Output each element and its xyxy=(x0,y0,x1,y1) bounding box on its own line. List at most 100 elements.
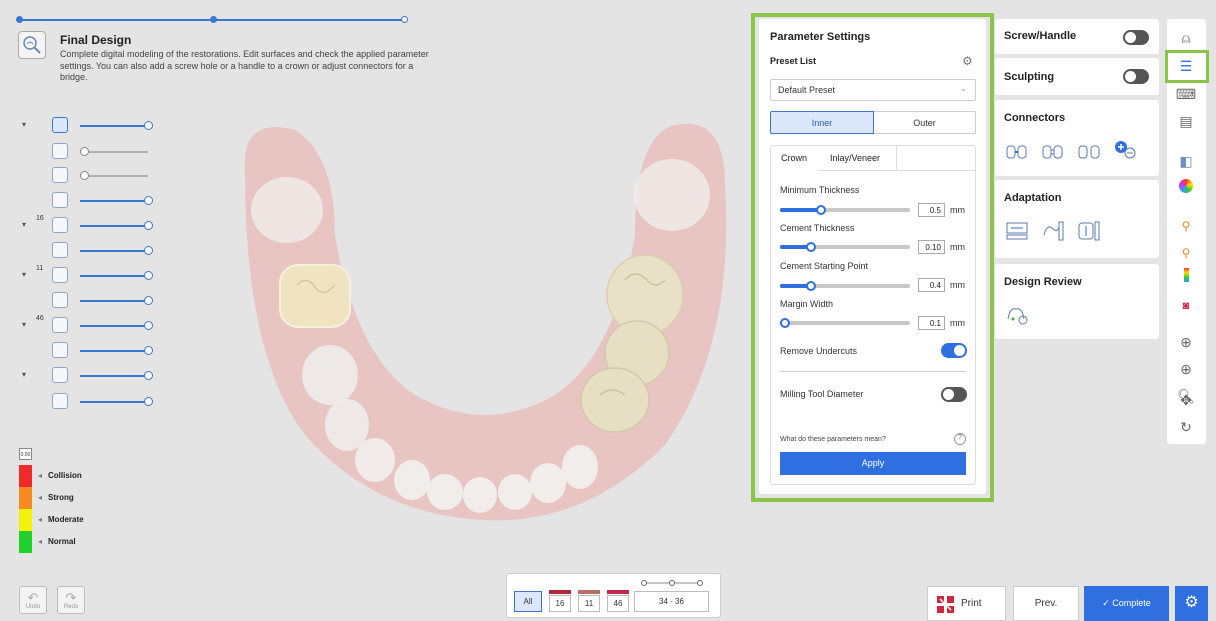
opacity-knob[interactable] xyxy=(144,371,153,380)
opacity-knob[interactable] xyxy=(144,321,153,330)
margin-width-track[interactable] xyxy=(780,321,910,325)
tree-row[interactable]: ▾ 16 xyxy=(22,215,162,236)
tooth-button[interactable]: 46 xyxy=(607,595,629,612)
opacity-slider[interactable] xyxy=(80,225,148,227)
tab-inlay-veneer[interactable]: Inlay/Veneer xyxy=(830,153,880,163)
opacity-slider[interactable] xyxy=(80,300,148,302)
legend-label[interactable]: Moderate xyxy=(38,515,84,524)
zoom-fit-icon[interactable]: ⊕ xyxy=(1174,332,1198,352)
legend-label[interactable]: Strong xyxy=(38,493,74,502)
tooth-range-button[interactable]: 34 - 36 xyxy=(634,591,709,612)
all-teeth-button[interactable]: All xyxy=(514,591,542,612)
report-icon[interactable]: ▤ xyxy=(1174,111,1198,131)
opacity-knob[interactable] xyxy=(144,346,153,355)
expand-caret-icon[interactable]: ▾ xyxy=(22,370,26,379)
apply-button[interactable]: Apply xyxy=(780,452,966,475)
legend-scale-icon[interactable]: 0.00 xyxy=(19,448,32,460)
pan-icon[interactable]: ✥ xyxy=(1174,390,1198,410)
tree-row[interactable]: ▾ 11 xyxy=(22,265,162,286)
prep-icon[interactable] xyxy=(52,192,68,208)
undo-button[interactable]: ↶ Undo xyxy=(19,586,47,614)
cement-thickness-value[interactable]: 0.10 xyxy=(918,240,945,254)
tree-row[interactable]: ▾ xyxy=(22,366,162,386)
connector-separate-icon[interactable] xyxy=(1077,142,1101,164)
tree-row[interactable] xyxy=(22,392,162,412)
crown-icon[interactable] xyxy=(52,342,68,358)
tree-row[interactable] xyxy=(22,291,162,311)
step-dot-2[interactable] xyxy=(210,16,217,23)
opacity-knob[interactable] xyxy=(144,397,153,406)
tree-row[interactable] xyxy=(22,241,162,261)
opacity-slider[interactable] xyxy=(80,350,148,352)
prev-button[interactable]: Prev. xyxy=(1013,586,1079,621)
legend-label[interactable]: Normal xyxy=(38,537,76,546)
tooth-icon[interactable] xyxy=(52,267,68,283)
tooth-button[interactable]: 11 xyxy=(578,595,600,612)
min-thickness-knob[interactable] xyxy=(816,205,826,215)
preset-gear-icon[interactable]: ⚙ xyxy=(962,54,973,68)
expand-caret-icon[interactable]: ▾ xyxy=(22,220,26,229)
opacity-knob[interactable] xyxy=(144,196,153,205)
add-connector-icon[interactable] xyxy=(1005,142,1029,164)
sculpting-toggle[interactable] xyxy=(1123,69,1149,84)
crown-16-model[interactable] xyxy=(279,264,351,328)
color-wheel-icon[interactable] xyxy=(1174,178,1198,198)
opacity-slider[interactable] xyxy=(80,175,148,177)
inner-toggle[interactable]: Inner xyxy=(770,111,874,134)
margin-width-knob[interactable] xyxy=(779,318,790,328)
bridge-icon[interactable] xyxy=(52,367,68,383)
zoom-icon[interactable]: ⊕ xyxy=(1174,359,1198,379)
outer-toggle[interactable]: Outer xyxy=(874,111,976,134)
tooth-button[interactable]: 16 xyxy=(549,595,571,612)
legend-label[interactable]: Collision xyxy=(38,471,82,480)
cement-start-knob[interactable] xyxy=(805,281,816,291)
tab-crown[interactable]: Crown xyxy=(781,153,807,163)
bridge-icon[interactable] xyxy=(52,393,68,409)
opacity-knob[interactable] xyxy=(144,246,153,255)
opacity-slider[interactable] xyxy=(80,325,148,327)
opacity-slider[interactable] xyxy=(80,200,148,202)
step-dot-3[interactable] xyxy=(401,16,408,23)
expand-caret-icon[interactable]: ▾ xyxy=(22,320,26,329)
step-dot-1[interactable] xyxy=(16,16,23,23)
design-review-icon[interactable] xyxy=(1005,304,1029,326)
connector-edit-icon[interactable] xyxy=(1041,142,1065,164)
scan-icon[interactable] xyxy=(52,143,68,159)
cement-thickness-knob[interactable] xyxy=(805,242,816,252)
milling-tool-toggle[interactable] xyxy=(941,387,967,402)
expand-caret-icon[interactable]: ▾ xyxy=(22,270,26,279)
opacity-knob[interactable] xyxy=(144,221,153,230)
tooth-icon[interactable] xyxy=(52,317,68,333)
tree-row[interactable]: ▾ 46 xyxy=(22,315,162,336)
opacity-knob[interactable] xyxy=(144,121,153,130)
crown-icon[interactable] xyxy=(52,242,68,258)
tree-row[interactable] xyxy=(22,191,162,211)
adapt-occlusion-icon[interactable] xyxy=(1077,220,1101,242)
cement-start-value[interactable]: 0.4 xyxy=(918,278,945,292)
tooth-icon[interactable] xyxy=(52,217,68,233)
opacity-slider[interactable] xyxy=(80,125,148,127)
collision-on-icon[interactable]: ◙ xyxy=(1174,296,1198,316)
opacity-slider[interactable] xyxy=(80,375,148,377)
opacity-slider[interactable] xyxy=(80,275,148,277)
opacity-slider[interactable] xyxy=(80,151,148,153)
parameter-settings-icon[interactable]: ☰ xyxy=(1174,56,1198,76)
rotate-icon[interactable]: ↻ xyxy=(1174,417,1198,437)
opacity-slider[interactable] xyxy=(80,250,148,252)
crown-bridge-36[interactable] xyxy=(580,367,650,433)
tree-row[interactable]: ▾ xyxy=(22,116,162,136)
complete-button[interactable]: ✓ Complete xyxy=(1084,586,1169,621)
tree-row[interactable] xyxy=(22,341,162,361)
range-slider-icon[interactable] xyxy=(641,578,703,588)
remove-connector-icon[interactable] xyxy=(1113,138,1137,160)
clipping-icon[interactable]: ◧ xyxy=(1174,151,1198,171)
scan-icon[interactable] xyxy=(52,167,68,183)
tree-row[interactable] xyxy=(22,142,162,162)
expand-caret-icon[interactable]: ▾ xyxy=(22,120,26,129)
keyboard-icon[interactable]: ⌨ xyxy=(1174,84,1198,104)
settings-gear-icon[interactable]: ⚙ xyxy=(1175,586,1208,621)
opacity-knob[interactable] xyxy=(144,296,153,305)
print-button[interactable]: Print xyxy=(927,586,1006,621)
remove-undercuts-toggle[interactable] xyxy=(941,343,967,358)
redo-button[interactable]: ↷ Redo xyxy=(57,586,85,614)
